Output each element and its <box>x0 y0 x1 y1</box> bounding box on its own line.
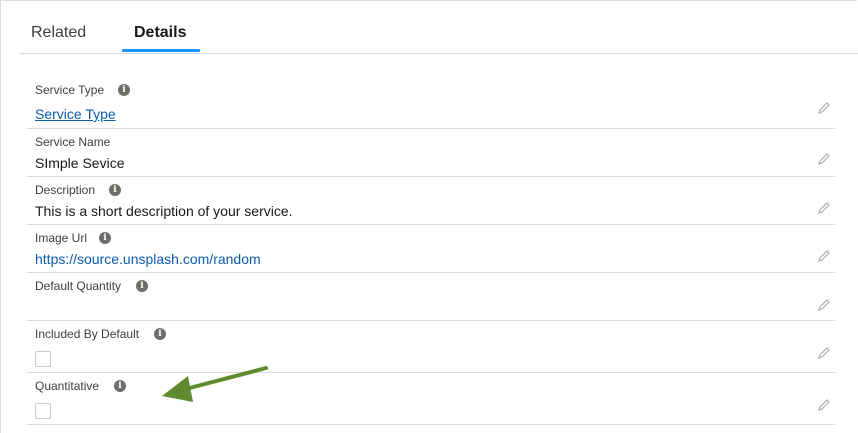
info-icon[interactable]: i <box>114 380 126 392</box>
pencil-edit-icon[interactable] <box>817 398 831 412</box>
pencil-edit-icon[interactable] <box>817 346 831 360</box>
field-included-by-default: Included By Default i <box>27 320 835 373</box>
field-label: Default Quantity <box>35 279 122 293</box>
image-url-link[interactable]: https://source.unsplash.com/random <box>35 251 261 268</box>
field-quantitative: Quantitative i <box>27 372 835 425</box>
field-service-name: Service Name SImple Sevice <box>27 128 835 177</box>
field-service-type: Service Type i Service Type <box>27 76 835 129</box>
included-by-default-checkbox[interactable] <box>35 351 51 367</box>
pencil-edit-icon[interactable] <box>817 201 831 215</box>
info-icon[interactable]: i <box>109 184 121 196</box>
field-description: Description i This is a short descriptio… <box>27 176 835 225</box>
info-icon[interactable]: i <box>118 84 130 96</box>
field-default-quantity: Default Quantity i <box>27 272 835 321</box>
next-field-label-cutoff <box>35 428 95 433</box>
field-label: Service Type <box>35 83 105 97</box>
field-label: Quantitative <box>35 379 100 393</box>
tab-bar: Related Details <box>19 0 858 54</box>
pencil-edit-icon[interactable] <box>817 298 831 312</box>
info-icon[interactable]: i <box>154 328 166 340</box>
field-label: Image Url <box>35 231 88 245</box>
active-tab-indicator <box>122 49 200 52</box>
service-name-value: SImple Sevice <box>35 155 125 171</box>
description-value: This is a short description of your serv… <box>35 203 293 219</box>
quantitative-checkbox[interactable] <box>35 403 51 419</box>
field-label: Description <box>35 183 96 197</box>
field-label: Service Name <box>35 135 111 149</box>
pencil-edit-icon[interactable] <box>817 101 831 115</box>
tab-details[interactable]: Details <box>134 24 186 42</box>
info-icon[interactable]: i <box>99 232 111 244</box>
pencil-edit-icon[interactable] <box>817 152 831 166</box>
pencil-edit-icon[interactable] <box>817 249 831 263</box>
info-icon[interactable]: i <box>136 280 148 292</box>
tab-related[interactable]: Related <box>31 24 86 42</box>
field-label: Included By Default <box>35 327 140 341</box>
field-image-url: Image Url i https://source.unsplash.com/… <box>27 224 835 273</box>
service-type-link[interactable]: Service Type <box>35 106 116 123</box>
